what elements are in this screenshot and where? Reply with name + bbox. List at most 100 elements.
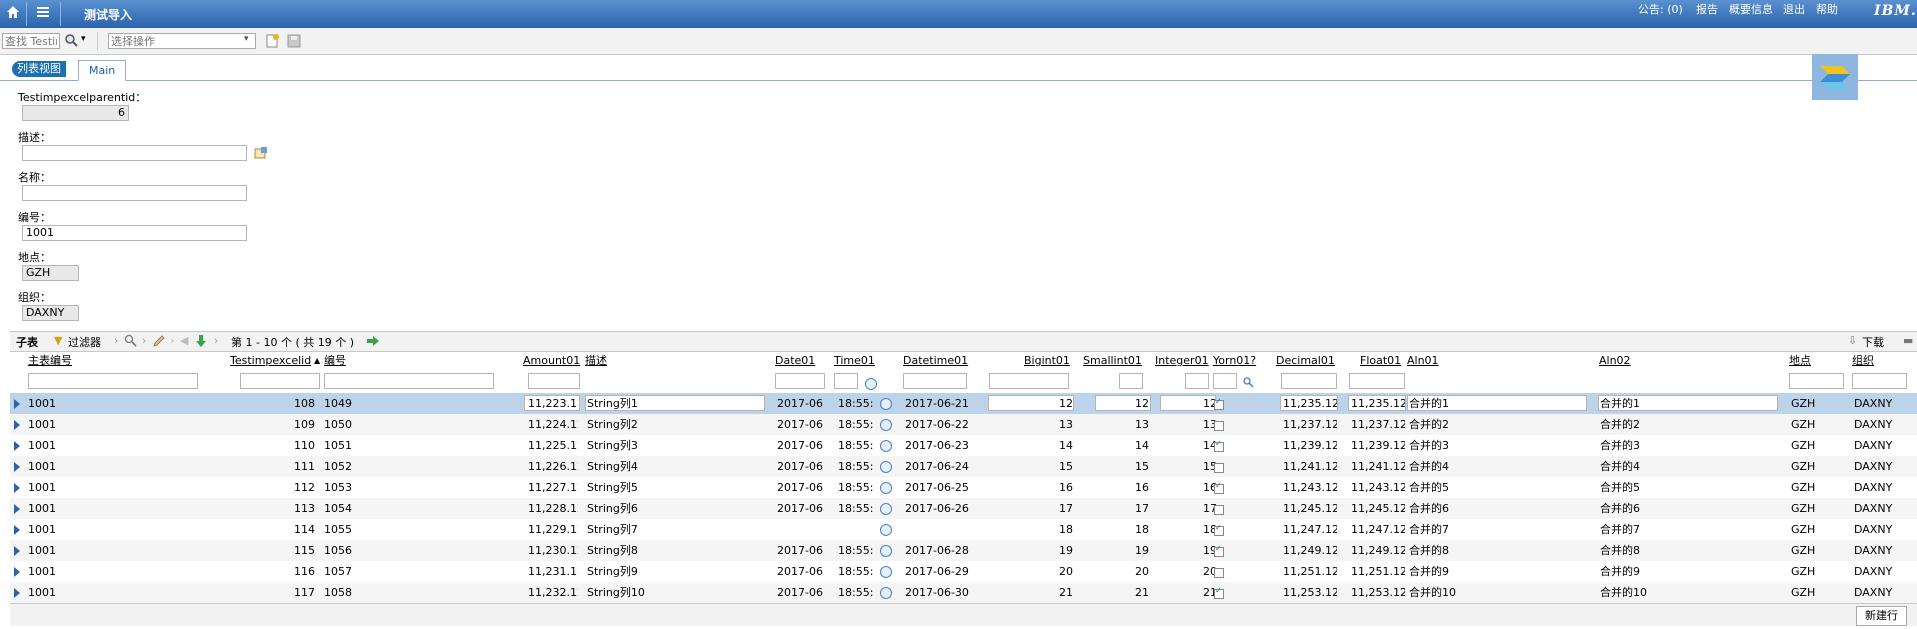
table-row[interactable]: 1001 109 1050 11,224.12 String列2 2017-06 18:55… [10, 414, 1917, 435]
clock-icon[interactable] [880, 503, 892, 515]
action-select[interactable] [108, 33, 256, 49]
filter-field[interactable] [1281, 373, 1337, 389]
filter-field[interactable] [834, 373, 858, 389]
collapse-icon[interactable]: ▬ [1903, 334, 1913, 347]
column-header[interactable]: Date01 [775, 351, 815, 371]
chevron-down-icon[interactable]: ▾ [244, 34, 249, 44]
filter-field[interactable] [28, 373, 198, 389]
column-header[interactable]: Smallint01 [1083, 351, 1142, 371]
filter-field[interactable] [1213, 373, 1237, 389]
help-link[interactable]: 帮助 [1816, 1, 1838, 17]
yorn-checkbox[interactable] [1214, 544, 1224, 557]
filter-field[interactable] [1789, 373, 1844, 389]
expand-row-icon[interactable] [14, 483, 20, 493]
expand-row-icon[interactable] [14, 504, 20, 514]
search-icon[interactable] [64, 33, 80, 49]
column-header[interactable]: Aln01 [1407, 351, 1439, 371]
next-page-icon[interactable] [366, 334, 380, 348]
filter-field[interactable] [1185, 373, 1209, 389]
filter-field[interactable] [903, 373, 967, 389]
filter-button[interactable]: 过滤器 [68, 334, 101, 350]
expand-row-icon[interactable] [14, 525, 20, 535]
yorn-checkbox[interactable] [1214, 397, 1224, 410]
column-header[interactable]: Float01 [1360, 351, 1401, 371]
number-field[interactable]: 1001 [22, 225, 247, 241]
clock-icon[interactable] [880, 419, 892, 431]
table-row[interactable]: 1001 112 1053 11,227.12 String列5 2017-06 18:55… [10, 477, 1917, 498]
table-row[interactable]: 1001 111 1052 11,226.12 String列4 2017-06 18:55… [10, 456, 1917, 477]
menu-icon[interactable] [35, 4, 51, 20]
clock-icon[interactable] [880, 461, 892, 473]
filter-field[interactable] [1852, 373, 1907, 389]
table-row[interactable]: 1001 108 1049 11,223.12 String列1 2017-06 18:55… [10, 393, 1917, 414]
column-header[interactable]: 组织 [1852, 351, 1874, 371]
clock-icon[interactable] [880, 587, 892, 599]
expand-row-icon[interactable] [14, 462, 20, 472]
home-icon[interactable] [5, 4, 21, 20]
clock-icon[interactable] [880, 566, 892, 578]
column-header[interactable]: Aln02 [1599, 351, 1631, 371]
expand-row-icon[interactable] [14, 420, 20, 430]
new-record-icon[interactable] [264, 33, 280, 49]
table-row[interactable]: 1001 117 1058 11,232.12 String列10 2017-06 18:5… [10, 582, 1917, 603]
column-header[interactable]: Yorn01? [1213, 351, 1256, 371]
column-header[interactable]: 地点 [1789, 351, 1811, 371]
table-row[interactable]: 1001 113 1054 11,228.12 String列6 2017-06 18:55… [10, 498, 1917, 519]
profile-link[interactable]: 概要信息 [1729, 1, 1773, 17]
column-header[interactable]: Time01 [834, 351, 875, 371]
download-link[interactable]: 下载 [1862, 334, 1884, 350]
column-header[interactable]: Integer01 [1155, 351, 1209, 371]
clock-icon[interactable] [880, 482, 892, 494]
search-icon[interactable] [124, 334, 138, 348]
long-description-icon[interactable] [254, 146, 268, 160]
table-row[interactable]: 1001 116 1057 11,231.12 String列9 2017-06 18:55… [10, 561, 1917, 582]
table-row[interactable]: 1001 110 1051 11,225.12 String列3 2017-06 18:55… [10, 435, 1917, 456]
table-row[interactable]: 1001 115 1056 11,230.12 String列8 2017-06 18:55… [10, 540, 1917, 561]
report-link[interactable]: 报告 [1696, 1, 1718, 17]
announcements-link[interactable]: 公告: (0) [1638, 1, 1683, 17]
filter-icon[interactable]: ▼ [54, 334, 62, 347]
yorn-checkbox[interactable] [1214, 568, 1224, 578]
yorn-checkbox[interactable] [1214, 421, 1224, 431]
column-header[interactable]: Bigint01 [1024, 351, 1070, 371]
download-arrow-icon[interactable] [194, 334, 208, 348]
logout-link[interactable]: 退出 [1783, 1, 1805, 17]
search-icon[interactable] [1242, 376, 1254, 388]
name-field[interactable] [22, 185, 247, 201]
clock-icon[interactable] [880, 398, 892, 410]
expand-row-icon[interactable] [14, 441, 20, 451]
clock-icon[interactable] [880, 545, 892, 557]
filter-field[interactable] [324, 373, 494, 389]
search-input[interactable] [2, 33, 60, 49]
column-header[interactable]: Decimal01 [1276, 351, 1335, 371]
new-row-button[interactable]: 新建行 [1856, 606, 1907, 626]
yorn-checkbox[interactable] [1214, 439, 1224, 452]
column-header[interactable]: Amount01 [523, 351, 580, 371]
previous-page-icon[interactable]: ◀ [180, 334, 188, 347]
yorn-checkbox[interactable] [1214, 586, 1224, 599]
description-field[interactable] [22, 145, 247, 161]
yorn-checkbox[interactable] [1214, 505, 1224, 515]
filter-field[interactable] [1349, 373, 1405, 389]
column-header[interactable]: 主表编号 [28, 351, 72, 371]
save-icon[interactable] [286, 33, 302, 49]
column-header[interactable]: 描述 [585, 351, 607, 371]
tab-main[interactable]: Main [78, 60, 127, 81]
expand-row-icon[interactable] [14, 399, 20, 409]
tab-list-view[interactable]: 列表视图 [12, 61, 66, 77]
filter-field[interactable] [775, 373, 825, 389]
table-row[interactable]: 1001 114 1055 11,229.12 String列7 18 18 18 11,247… [10, 519, 1917, 540]
clock-icon[interactable] [880, 524, 892, 536]
clock-icon[interactable] [865, 378, 877, 390]
filter-field[interactable] [989, 373, 1069, 389]
chevron-down-icon[interactable]: ▾ [81, 34, 86, 44]
edit-icon[interactable] [152, 334, 166, 348]
column-header[interactable]: 编号 [324, 351, 346, 371]
expand-row-icon[interactable] [14, 567, 20, 577]
expand-row-icon[interactable] [14, 588, 20, 598]
yorn-checkbox[interactable] [1214, 463, 1224, 473]
download-icon[interactable]: ⇩ [1848, 334, 1857, 347]
filter-field[interactable] [528, 373, 580, 389]
yorn-checkbox[interactable] [1214, 481, 1224, 494]
column-header[interactable]: Testimpexcelid [230, 351, 311, 371]
